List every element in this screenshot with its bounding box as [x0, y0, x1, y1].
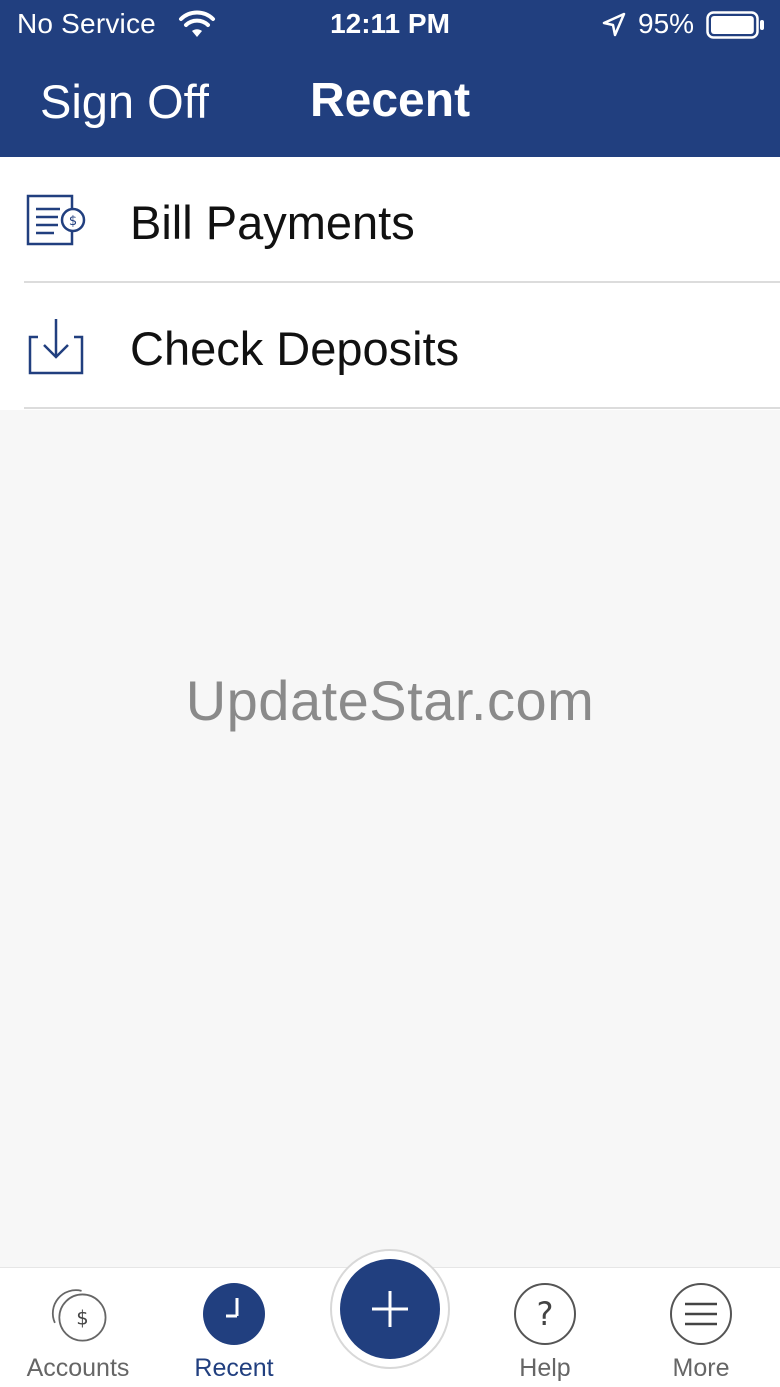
- question-icon: ?: [514, 1283, 576, 1345]
- svg-text:$: $: [76, 1307, 88, 1330]
- tab-accounts[interactable]: $ Accounts: [0, 1268, 156, 1387]
- deposit-download-icon: [28, 319, 84, 375]
- watermark-text: UpdateStar.com: [185, 669, 595, 732]
- list-item-bill-payments[interactable]: $ Bill Payments: [0, 157, 780, 283]
- clock-icon: [203, 1283, 265, 1345]
- tab-recent[interactable]: Recent: [156, 1268, 312, 1387]
- tab-label: More: [672, 1354, 730, 1382]
- status-bar: No Service 12:11 PM 95%: [0, 0, 780, 50]
- battery-icon: [706, 11, 764, 39]
- tab-more[interactable]: More: [623, 1268, 779, 1387]
- svg-text:?: ?: [537, 1295, 554, 1333]
- location-arrow-icon: [602, 12, 626, 37]
- menu-icon: [670, 1283, 732, 1345]
- tab-help[interactable]: ? Help: [467, 1268, 623, 1387]
- list-item-label: Bill Payments: [130, 196, 415, 249]
- accounts-dollar-icon: $: [51, 1289, 107, 1342]
- list-item-check-deposits[interactable]: Check Deposits: [0, 283, 780, 409]
- svg-text:$: $: [69, 214, 77, 229]
- tab-label: Recent: [194, 1354, 274, 1382]
- divider: [24, 407, 780, 409]
- app-header: No Service 12:11 PM 95% Sign Off Recent: [0, 0, 780, 157]
- add-button[interactable]: [340, 1259, 440, 1359]
- battery-percent: 95%: [638, 8, 695, 39]
- list-item-label: Check Deposits: [130, 322, 460, 375]
- tab-label: Help: [519, 1354, 571, 1382]
- page-title: Recent: [310, 74, 471, 127]
- bill-payment-icon: $: [26, 194, 86, 246]
- recent-list: $ Bill Payments Check Deposits: [0, 157, 780, 410]
- sign-off-button[interactable]: Sign Off: [40, 74, 209, 129]
- plus-icon: [372, 1291, 408, 1327]
- tab-label: Accounts: [26, 1354, 130, 1382]
